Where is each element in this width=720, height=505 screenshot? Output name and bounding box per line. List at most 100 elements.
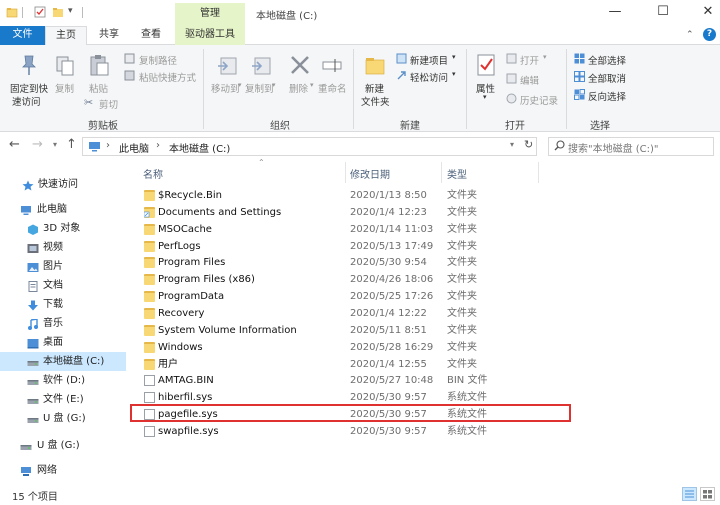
- recent-dropdown-icon[interactable]: ▾: [53, 140, 57, 149]
- nav-item-label: 网络: [37, 465, 57, 476]
- new-item-button[interactable]: 新建项目: [410, 53, 448, 67]
- breadcrumb-separator-2[interactable]: ›: [156, 140, 160, 151]
- help-icon[interactable]: ?: [703, 28, 716, 41]
- paste-shortcut-button[interactable]: 粘贴快捷方式: [139, 70, 196, 84]
- file-row[interactable]: Documents and Settings 2020/1/4 12:23 文件夹: [128, 204, 720, 221]
- ribbon-collapse-icon[interactable]: ⌃: [686, 30, 694, 40]
- nav-this-pc[interactable]: 此电脑: [0, 200, 126, 219]
- tab-home[interactable]: 主页: [45, 26, 87, 46]
- details-view-button[interactable]: [682, 487, 697, 501]
- nav-item-label: 本地磁盘 (C:): [43, 356, 105, 367]
- properties-check-icon[interactable]: [34, 6, 46, 18]
- file-row[interactable]: swapfile.sys 2020/5/30 9:57 系统文件: [128, 423, 720, 440]
- file-row[interactable]: $Recycle.Bin 2020/1/13 8:50 文件夹: [128, 187, 720, 204]
- delete-dropdown-icon[interactable]: ▾: [310, 81, 314, 89]
- large-icons-view-button[interactable]: [700, 487, 715, 501]
- tab-share[interactable]: 共享: [92, 26, 126, 45]
- forward-arrow-icon[interactable]: →: [32, 137, 43, 152]
- file-row[interactable]: Program Files 2020/5/30 9:54 文件夹: [128, 254, 720, 271]
- refresh-icon[interactable]: ↻: [524, 138, 533, 151]
- nav-network[interactable]: 网络: [0, 461, 126, 480]
- file-row[interactable]: AMTAG.BIN 2020/5/27 10:48 BIN 文件: [128, 372, 720, 389]
- manage-context-tab[interactable]: 管理: [175, 3, 245, 26]
- close-button[interactable]: ✕: [686, 3, 720, 23]
- select-group-label: 选择: [590, 121, 610, 132]
- file-row[interactable]: Program Files (x86) 2020/4/26 18:06 文件夹: [128, 271, 720, 288]
- breadcrumb-this-pc[interactable]: 此电脑: [119, 140, 149, 155]
- file-icon: [144, 375, 155, 387]
- maximize-button[interactable]: ☐: [641, 3, 685, 23]
- cube-icon: [27, 223, 39, 235]
- move-to-button[interactable]: 移动到: [211, 81, 240, 95]
- easy-access-button[interactable]: 轻松访问: [410, 70, 448, 84]
- nav-desktop[interactable]: 桌面: [0, 333, 126, 352]
- new-folder-quick-icon[interactable]: [52, 6, 64, 18]
- copy-to-button[interactable]: 复制到: [245, 81, 274, 95]
- folder-icon: [144, 190, 155, 201]
- open-button[interactable]: 打开: [520, 53, 539, 67]
- history-button[interactable]: 历史记录: [520, 93, 558, 107]
- paste-button[interactable]: 粘贴: [89, 81, 108, 95]
- easy-access-dropdown-icon[interactable]: ▾: [452, 70, 456, 78]
- computer-icon: [88, 141, 101, 152]
- tab-file[interactable]: 文件: [0, 26, 45, 45]
- file-row[interactable]: ProgramData 2020/5/25 17:26 文件夹: [128, 288, 720, 305]
- nav-pictures[interactable]: 图片: [0, 257, 126, 276]
- cut-button[interactable]: 剪切: [99, 97, 118, 111]
- file-type: 文件夹: [447, 206, 477, 218]
- quick-access-dropdown-icon[interactable]: ▾: [68, 6, 73, 16]
- file-date: 2020/1/13 8:50: [350, 190, 427, 201]
- tab-drive-tools[interactable]: 驱动器工具: [175, 26, 245, 45]
- column-name-header[interactable]: 名称: [143, 166, 163, 181]
- new-item-dropdown-icon[interactable]: ▾: [452, 53, 456, 61]
- file-row[interactable]: System Volume Information 2020/5/11 8:51 文…: [128, 322, 720, 339]
- nav-music[interactable]: 音乐: [0, 314, 126, 333]
- clipboard-group-label: 剪贴板: [88, 121, 118, 132]
- nav-usb-g[interactable]: U 盘 (G:): [0, 409, 126, 428]
- nav-3d-objects[interactable]: 3D 对象: [0, 219, 126, 238]
- nav-downloads[interactable]: 下载: [0, 295, 126, 314]
- file-row[interactable]: 用户 2020/1/4 12:55 文件夹: [128, 356, 720, 373]
- address-dropdown-icon[interactable]: ▾: [510, 140, 514, 149]
- file-row[interactable]: Recovery 2020/1/4 12:22 文件夹: [128, 305, 720, 322]
- properties-dropdown-icon[interactable]: ▾: [483, 93, 487, 101]
- up-arrow-icon[interactable]: ↑: [66, 137, 77, 152]
- column-type-header[interactable]: 类型: [447, 166, 467, 181]
- nav-item-label: 视频: [43, 242, 63, 253]
- edit-button[interactable]: 编辑: [520, 73, 539, 87]
- select-none-button[interactable]: 全部取消: [588, 71, 626, 85]
- nav-videos[interactable]: 视频: [0, 238, 126, 257]
- breadcrumb-local-disk[interactable]: 本地磁盘 (C:): [169, 140, 230, 155]
- file-icon: [144, 425, 155, 437]
- new-folder-button[interactable]: 新建: [365, 81, 384, 95]
- address-bar[interactable]: [82, 137, 537, 156]
- open-dropdown-icon[interactable]: ▾: [543, 53, 547, 61]
- move-to-dropdown-icon[interactable]: ▾: [238, 81, 242, 89]
- history-icon: [506, 93, 517, 104]
- select-all-button[interactable]: 全部选择: [588, 53, 626, 67]
- file-date: 2020/5/28 16:29: [350, 341, 434, 353]
- file-row[interactable]: Windows 2020/5/28 16:29 文件夹: [128, 339, 720, 356]
- column-date-header[interactable]: 修改日期: [350, 166, 390, 181]
- rename-button[interactable]: 重命名: [318, 81, 347, 95]
- nav-local-disk-c[interactable]: 本地磁盘 (C:): [0, 352, 126, 371]
- copy-path-button[interactable]: 复制路径: [139, 53, 177, 67]
- copy-button[interactable]: 复制: [55, 81, 74, 95]
- nav-drive-d[interactable]: 软件 (D:): [0, 371, 126, 390]
- copy-to-dropdown-icon[interactable]: ▾: [272, 81, 276, 89]
- nav-drive-e[interactable]: 文件 (E:): [0, 390, 126, 409]
- pin-to-quick-access-button[interactable]: 固定到快: [10, 81, 48, 95]
- invert-selection-button[interactable]: 反向选择: [588, 89, 626, 103]
- delete-button[interactable]: 删除: [289, 81, 308, 95]
- nav-quick-access[interactable]: 快速访问: [0, 175, 126, 194]
- nav-documents[interactable]: 文档: [0, 276, 126, 295]
- breadcrumb-separator-1[interactable]: ›: [106, 140, 110, 151]
- file-row[interactable]: MSOCache 2020/1/14 11:03 文件夹: [128, 221, 720, 238]
- back-arrow-icon[interactable]: ←: [9, 137, 20, 152]
- nav-usb-g-root[interactable]: U 盘 (G:): [0, 436, 126, 455]
- nav-item-label: U 盘 (G:): [37, 440, 80, 451]
- file-row[interactable]: PerfLogs 2020/5/13 17:49 文件夹: [128, 238, 720, 255]
- minimize-button[interactable]: —: [593, 3, 637, 23]
- tab-view[interactable]: 查看: [134, 26, 168, 45]
- folder-icon: [144, 257, 155, 269]
